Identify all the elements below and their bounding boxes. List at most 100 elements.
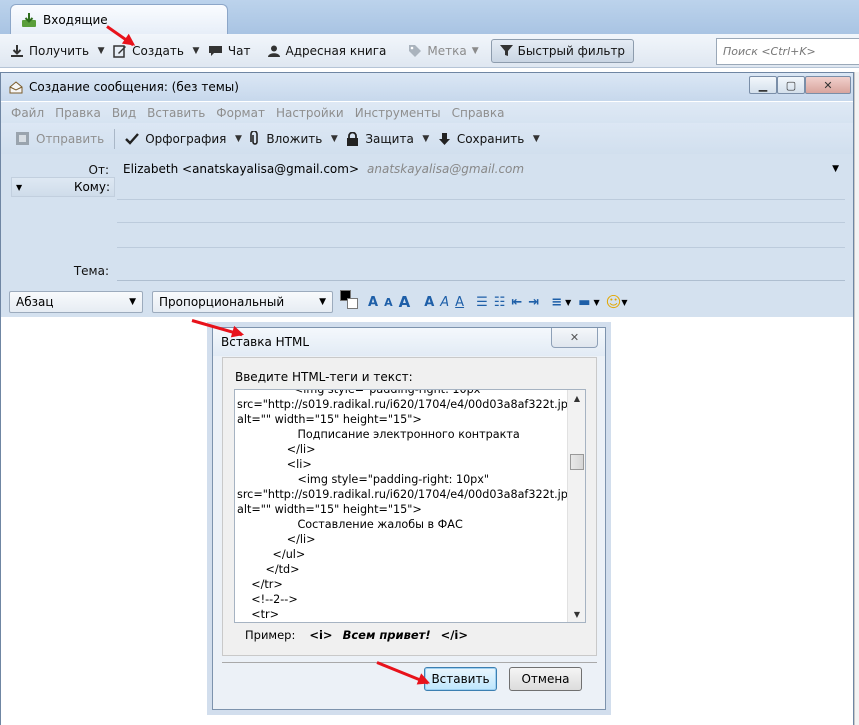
from-select[interactable]: Elizabeth <anatskayalisa@gmail.com> anat…: [117, 158, 845, 180]
paragraph-format-select[interactable]: Абзац ▼: [9, 291, 143, 313]
address-field-3[interactable]: [117, 227, 845, 248]
main-tab-bar: Входящие: [0, 0, 859, 34]
menu-help[interactable]: Справка: [452, 106, 505, 120]
save-dropdown[interactable]: ▼: [530, 127, 542, 151]
chevron-down-icon: ▼: [129, 297, 136, 307]
security-button[interactable]: Защита: [340, 127, 420, 151]
background-window-edge: [854, 72, 859, 725]
maximize-button[interactable]: ▢: [777, 76, 805, 94]
font-select[interactable]: Пропорциональный ▼: [152, 291, 333, 313]
close-window-button[interactable]: ✕: [805, 76, 851, 94]
compose-header: От: Elizabeth <anatskayalisa@gmail.com> …: [1, 154, 853, 287]
attach-button[interactable]: Вложить: [244, 127, 328, 151]
spelling-button[interactable]: Орфография: [119, 127, 232, 151]
close-icon: ✕: [569, 331, 580, 344]
filter-icon: [499, 45, 513, 56]
insert-dropdown-icon[interactable]: ▼: [594, 298, 600, 307]
from-label: От:: [88, 163, 109, 177]
tab-label: Входящие: [43, 12, 108, 27]
address-book-icon: [267, 45, 280, 57]
menu-options[interactable]: Настройки: [276, 106, 344, 120]
scrollbar-thumb[interactable]: [570, 454, 584, 470]
from-dropdown-icon: ▼: [832, 164, 839, 174]
compose-menubar: Файл Правка Вид Вставить Формат Настройк…: [1, 102, 853, 123]
menu-edit[interactable]: Правка: [55, 106, 101, 120]
menu-file[interactable]: Файл: [11, 106, 44, 120]
font-style-buttons: A A A A A A ☰ ☷ ⇤ ⇥ ≡ ▼ ▬ ▼ ☺ ▼: [365, 291, 628, 313]
get-mail-button[interactable]: Получить: [4, 39, 95, 63]
html-source-textarea[interactable]: <img style="padding-right: 10px" src="ht…: [234, 389, 586, 623]
dialog-close-button[interactable]: ✕: [551, 328, 598, 348]
insert-button[interactable]: Вставить: [424, 667, 497, 691]
quick-filter-button[interactable]: Быстрый фильтр: [490, 38, 635, 63]
dialog-divider: [222, 662, 597, 663]
scroll-down-icon[interactable]: ▼: [568, 606, 585, 622]
insert-image-icon[interactable]: ▬: [575, 295, 593, 310]
toolbar-separator: [114, 128, 116, 149]
write-dropdown[interactable]: ▼: [190, 39, 202, 63]
example-close-tag: </i>: [440, 628, 469, 642]
chat-bubble-icon: [208, 45, 222, 56]
compose-title: Создание сообщения: (без темы): [29, 80, 239, 94]
html-prompt-label: Введите HTML-теги и текст:: [235, 370, 413, 384]
to-address-field[interactable]: [117, 179, 845, 200]
smiley-dropdown-icon[interactable]: ▼: [621, 298, 627, 307]
html-source-content: <img style="padding-right: 10px" src="ht…: [237, 389, 581, 621]
insert-html-dialog: Вставка HTML ✕ Введите HTML-теги и текст…: [212, 327, 606, 710]
underline-icon[interactable]: A: [452, 295, 467, 310]
recipient-type-select[interactable]: ▼ Кому:: [11, 177, 115, 197]
compose-toolbar: Отправить Орфография ▼ Вложить ▼ Защита …: [1, 123, 853, 154]
spelling-dropdown[interactable]: ▼: [232, 127, 244, 151]
address-field-2[interactable]: [117, 202, 845, 223]
scroll-up-icon[interactable]: ▲: [568, 390, 585, 406]
example-open-tag: <i>: [309, 628, 333, 642]
get-mail-dropdown[interactable]: ▼: [95, 39, 107, 63]
smiley-icon[interactable]: ☺: [606, 293, 622, 311]
subject-input[interactable]: [117, 260, 845, 281]
security-dropdown[interactable]: ▼: [420, 127, 432, 151]
save-down-arrow-icon: [438, 132, 450, 145]
align-dropdown-icon[interactable]: ▼: [565, 298, 571, 307]
save-button[interactable]: Сохранить: [432, 127, 531, 151]
compose-window-icon: [9, 81, 23, 94]
checkmark-icon: [125, 132, 140, 145]
chevron-down-icon: ▼: [319, 297, 326, 307]
cancel-button[interactable]: Отмена: [509, 667, 582, 691]
recipient-dropdown-icon: ▼: [16, 182, 23, 192]
bullet-list-icon[interactable]: ☰: [473, 295, 491, 310]
menu-insert[interactable]: Вставить: [147, 106, 205, 120]
subject-label: Тема:: [73, 264, 109, 278]
italic-icon[interactable]: A: [437, 295, 452, 310]
align-icon[interactable]: ≡: [548, 295, 565, 310]
format-toolbar: Абзац ▼ Пропорциональный ▼ A A A A A A ☰ ☷…: [1, 287, 853, 317]
menu-tools[interactable]: Инструменты: [355, 106, 441, 120]
send-button[interactable]: Отправить: [9, 127, 110, 151]
numbered-list-icon[interactable]: ☷: [491, 295, 509, 310]
download-icon: [11, 44, 23, 57]
paperclip-icon: [250, 131, 259, 145]
decrease-font-icon[interactable]: A: [381, 296, 396, 309]
dialog-content-panel: Введите HTML-теги и текст: <img style="p…: [222, 357, 597, 656]
minimize-button[interactable]: ▁: [749, 76, 777, 94]
tag-dropdown-icon: ▼: [471, 45, 479, 56]
tab-inbox[interactable]: Входящие: [10, 4, 228, 34]
example-line: Пример: <i> Всем привет! </i>: [245, 628, 468, 642]
text-color-picker[interactable]: [340, 290, 360, 312]
chat-button[interactable]: Чат: [202, 39, 257, 63]
menu-format[interactable]: Формат: [216, 106, 265, 120]
indent-icon[interactable]: ⇥: [525, 295, 542, 310]
example-label: Пример:: [245, 628, 296, 642]
address-book-button[interactable]: Адресная книга: [261, 39, 393, 63]
font-size-adjust-icon[interactable]: A: [365, 295, 381, 310]
menu-view[interactable]: Вид: [112, 106, 136, 120]
search-input[interactable]: Поиск <Ctrl+K>: [716, 38, 859, 65]
tag-button[interactable]: Метка ▼: [402, 39, 484, 63]
bold-icon[interactable]: A: [421, 295, 437, 310]
lock-icon: [347, 131, 359, 146]
attach-dropdown[interactable]: ▼: [328, 127, 340, 151]
example-text: Всем привет!: [342, 628, 431, 642]
increase-font-icon[interactable]: A: [396, 293, 414, 311]
write-button[interactable]: Создать: [107, 39, 190, 63]
outdent-icon[interactable]: ⇤: [508, 295, 525, 310]
textarea-scrollbar[interactable]: ▲ ▼: [567, 390, 585, 622]
